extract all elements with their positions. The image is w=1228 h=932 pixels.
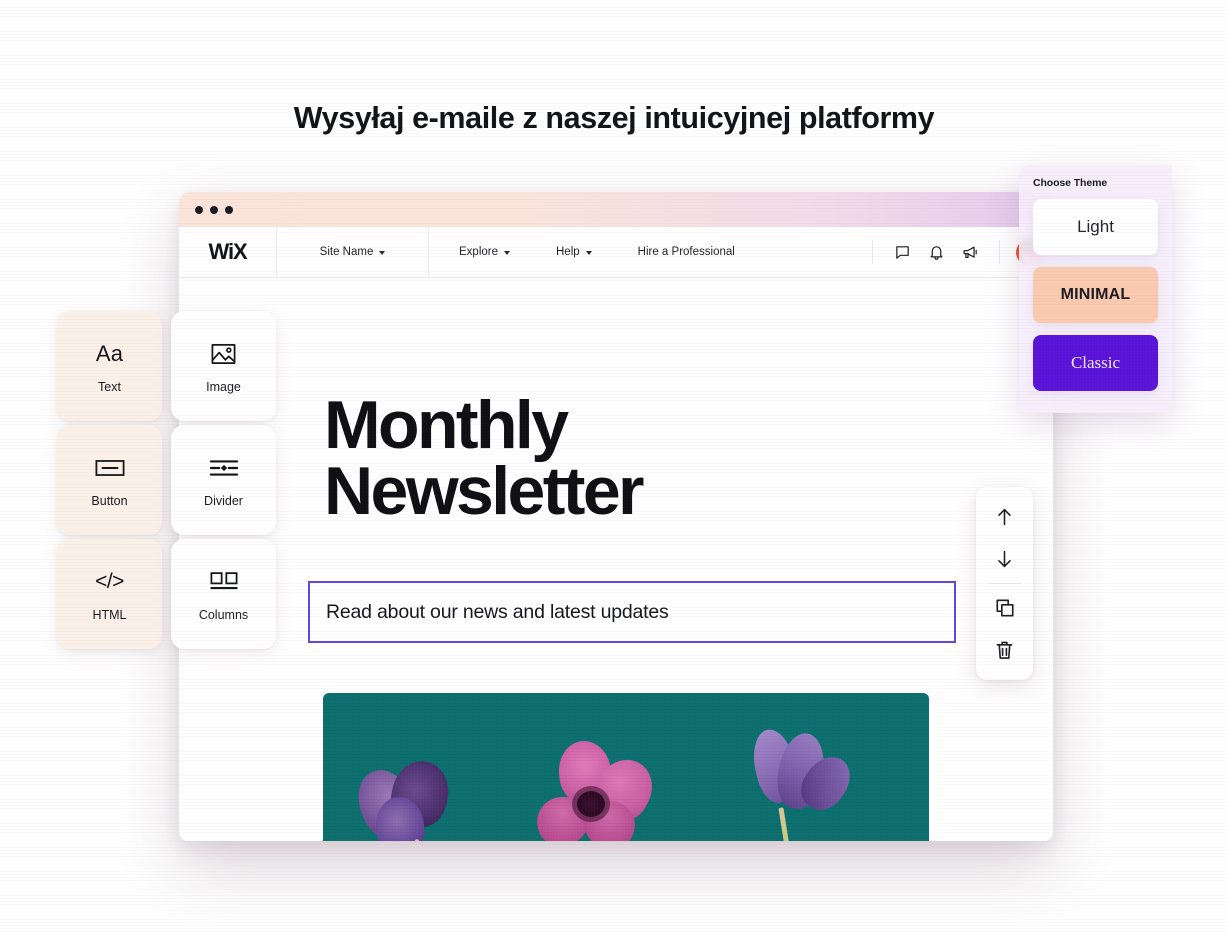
tool-card-text[interactable]: Aa Text [57, 311, 162, 421]
element-toolbar [976, 487, 1033, 680]
window-titlebar [179, 192, 1053, 227]
tool-label-button: Button [91, 493, 128, 508]
duplicate-icon[interactable] [985, 587, 1025, 629]
columns-icon [209, 567, 238, 597]
theme-option-classic[interactable]: Classic [1033, 335, 1158, 391]
tool-label-text: Text [98, 379, 121, 394]
window-dot-close[interactable] [195, 205, 203, 214]
delete-icon[interactable] [985, 629, 1025, 671]
nav-divider [872, 240, 873, 264]
toolbar-divider [988, 583, 1021, 584]
nav-item-help-label: Help [556, 246, 580, 258]
window-dot-maximize[interactable] [225, 205, 233, 214]
tool-label-divider: Divider [204, 493, 243, 508]
newsletter-title[interactable]: Monthly Newsletter [324, 391, 844, 525]
divider-icon [209, 453, 239, 483]
tool-label-html: HTML [92, 607, 127, 622]
megaphone-icon[interactable] [953, 235, 987, 269]
image-icon [210, 339, 237, 369]
nav-item-hire-label: Hire a Professional [637, 246, 735, 258]
stem [778, 807, 801, 841]
flower-center-disc [577, 791, 605, 817]
newsletter-image-block[interactable] [323, 693, 929, 841]
tool-card-image[interactable]: Image [171, 311, 276, 421]
editor-topnav: WiX Site Name Explore Help Hire a Profes… [179, 227, 1053, 278]
tool-card-html[interactable]: </> HTML [57, 539, 162, 649]
nav-divider [999, 240, 1000, 264]
chat-icon[interactable] [885, 235, 919, 269]
theme-panel: Choose Theme Light MINIMAL Classic [1019, 165, 1172, 413]
text-aa-icon: Aa [95, 340, 124, 366]
nav-item-explore-label: Explore [459, 246, 498, 258]
subtitle-text: Read about our news and latest updates [326, 600, 669, 623]
button-icon [95, 453, 125, 483]
tool-card-columns[interactable]: Columns [171, 539, 276, 649]
move-up-icon[interactable] [985, 496, 1025, 538]
page-title: Wysyłaj e-maile z naszej intuicyjnej pla… [293, 101, 935, 135]
site-name-dropdown[interactable]: Site Name [277, 227, 429, 277]
theme-panel-title: Choose Theme [1033, 177, 1108, 189]
tool-label-columns: Columns [198, 607, 249, 622]
site-name-label: Site Name [319, 246, 374, 258]
wix-logo-cell[interactable]: WiX [179, 227, 277, 277]
chevron-down-icon [379, 251, 386, 255]
theme-option-minimal[interactable]: MINIMAL [1033, 267, 1158, 323]
chevron-down-icon [504, 251, 510, 255]
nav-item-explore[interactable]: Explore [459, 246, 510, 258]
editor-window: WiX Site Name Explore Help Hire a Profes… [179, 192, 1053, 841]
editor-canvas: Monthly Newsletter Read about our news a… [179, 278, 1053, 841]
page-background: Wysyłaj e-maile z naszej intuicyjnej pla… [0, 0, 1228, 932]
code-icon: </> [95, 569, 124, 593]
chevron-down-icon [585, 251, 592, 255]
tool-card-button[interactable]: Button [57, 425, 162, 535]
subtitle-text-block-selected[interactable]: Read about our news and latest updates [308, 581, 956, 643]
window-dot-minimize[interactable] [210, 205, 218, 214]
site-name-item: Site Name [320, 246, 386, 258]
theme-option-light[interactable]: Light [1033, 199, 1158, 255]
tool-label-image: Image [206, 379, 241, 394]
tool-palette: Aa Text Image Button Divider </> HTML Co… [57, 311, 276, 649]
bell-icon[interactable] [919, 235, 953, 269]
nav-item-hire-a-professional[interactable]: Hire a Professional [638, 246, 735, 258]
tool-card-divider[interactable]: Divider [171, 425, 276, 535]
wix-logo: WiX [208, 239, 247, 264]
nav-links: Explore Help Hire a Professional [429, 227, 781, 277]
nav-item-help[interactable]: Help [556, 246, 592, 258]
move-down-icon[interactable] [985, 538, 1025, 580]
